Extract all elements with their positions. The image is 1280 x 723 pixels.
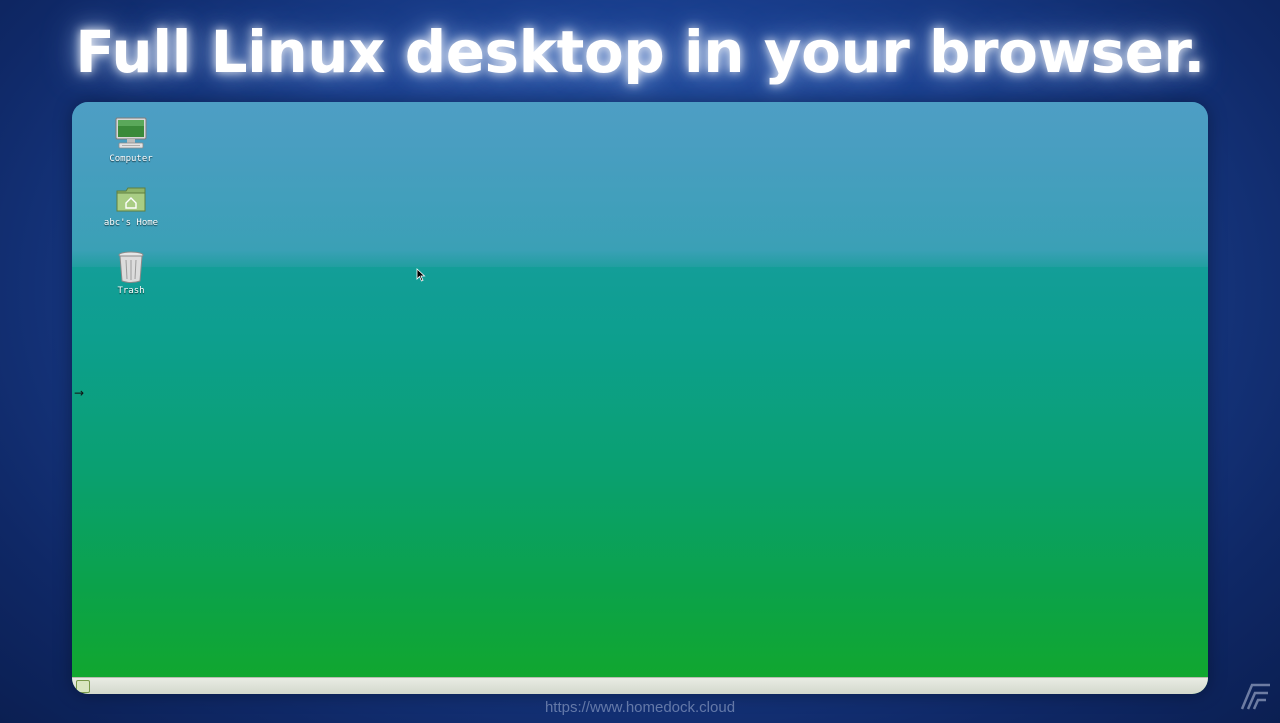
url-caption: https://www.homedock.cloud <box>544 699 736 716</box>
trash-icon <box>118 251 144 283</box>
desktop-icon-computer[interactable]: Computer <box>96 116 166 164</box>
desktop-icon-trash[interactable]: Trash <box>96 250 166 296</box>
side-panel-arrow-icon[interactable]: → <box>74 386 84 400</box>
headline: Full Linux desktop in your browser. <box>75 18 1205 86</box>
desktop-icon-label: abc's Home <box>103 218 159 228</box>
start-menu-button[interactable] <box>76 680 90 693</box>
computer-icon <box>115 117 147 149</box>
brand-logo-icon <box>1240 683 1270 710</box>
linux-desktop[interactable]: Computer abc's Home Trash → <box>72 102 1208 694</box>
home-folder-icon <box>116 187 146 212</box>
taskbar <box>72 677 1208 694</box>
desktop-icon-home[interactable]: abc's Home <box>96 184 166 228</box>
desktop-icon-label: Trash <box>117 286 145 296</box>
mouse-cursor-icon <box>416 268 426 282</box>
desktop-icon-label: Computer <box>109 154 153 164</box>
